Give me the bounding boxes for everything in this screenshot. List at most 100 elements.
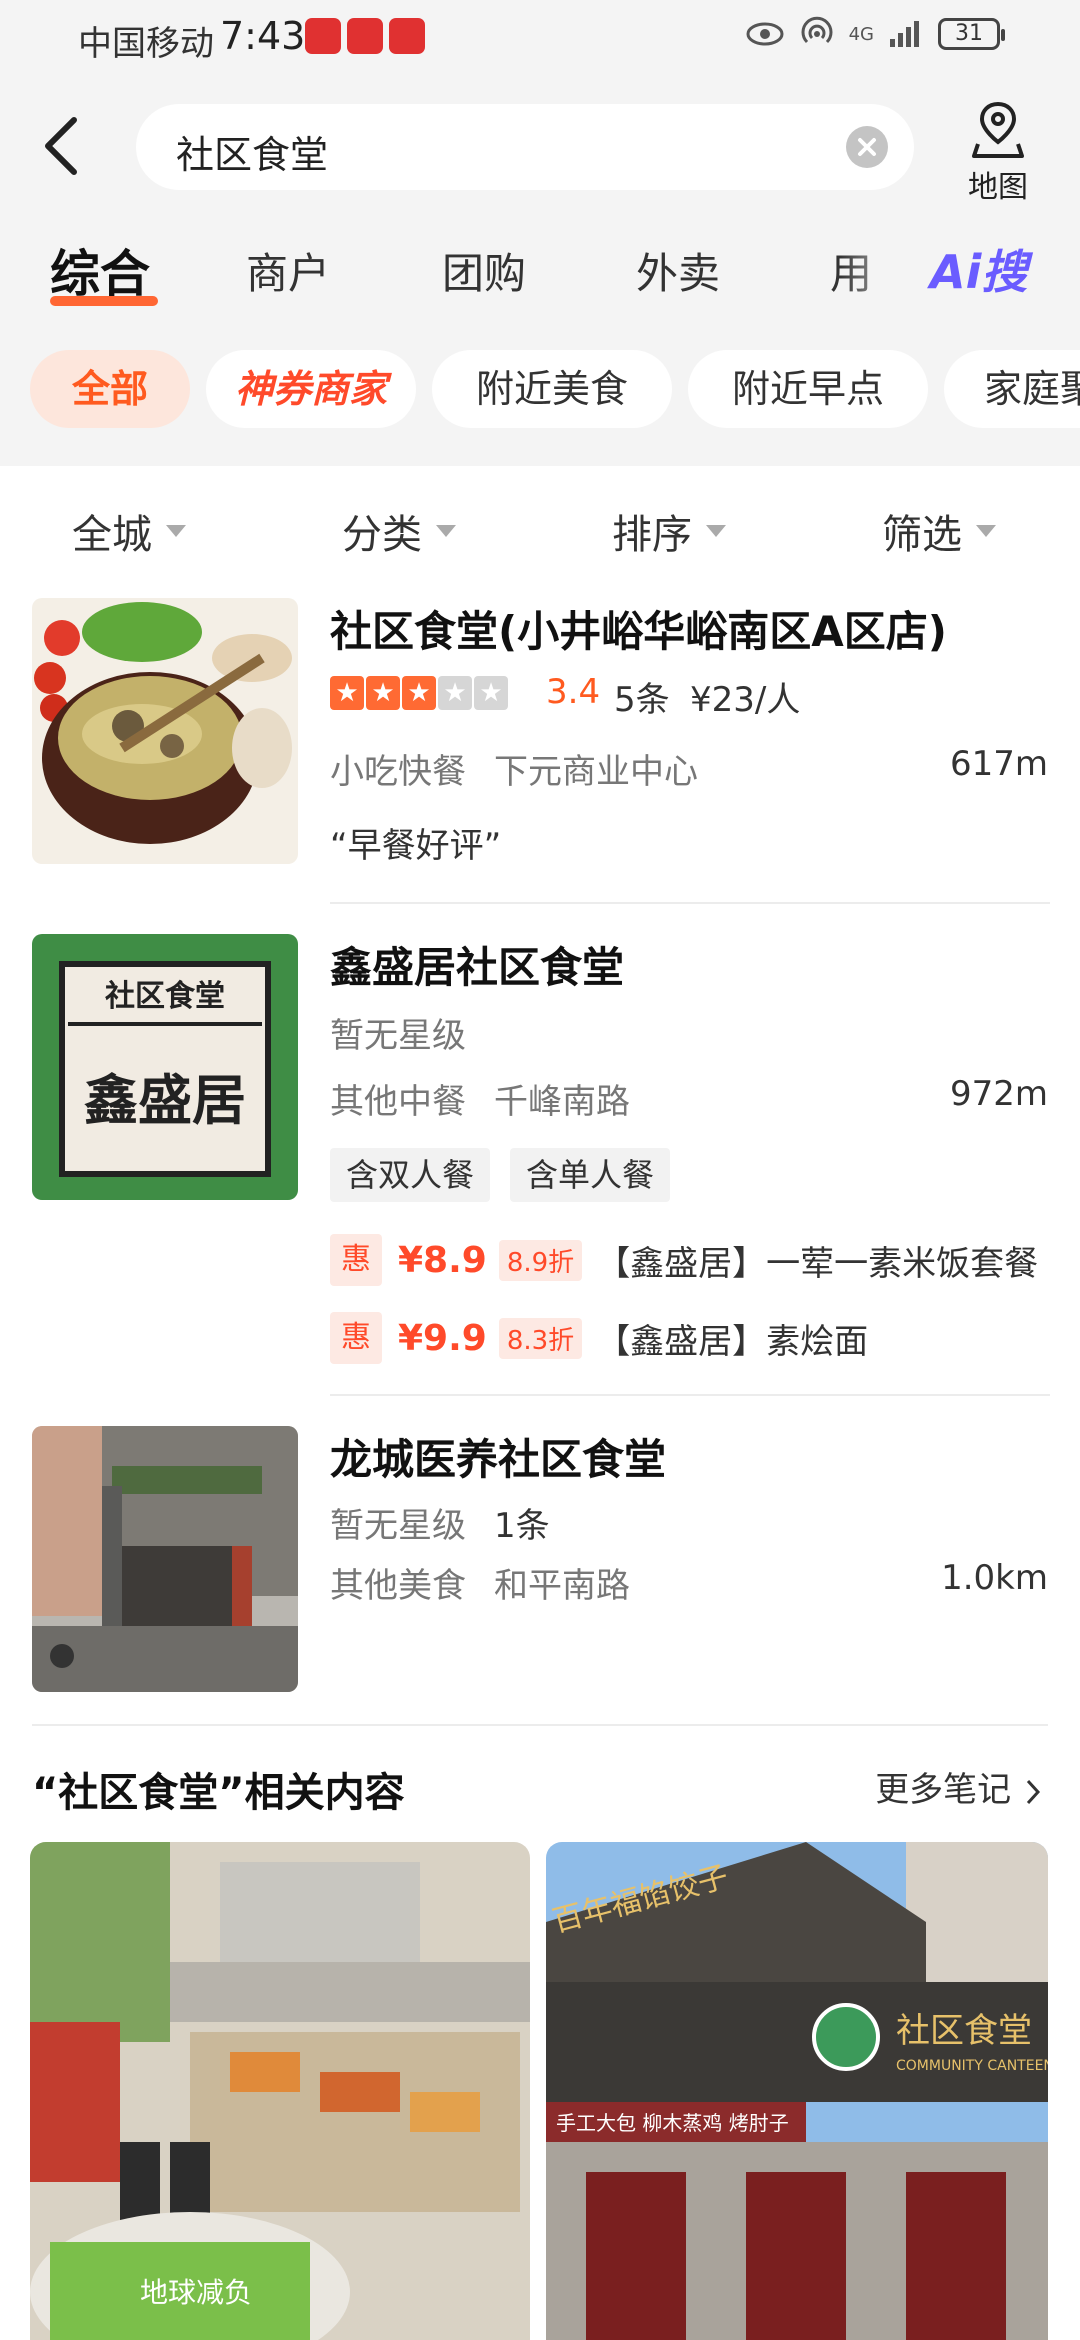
eye-icon — [746, 22, 784, 46]
rating-score: 3.4 — [546, 672, 601, 712]
listing-thumbnail[interactable] — [32, 1426, 298, 1692]
canteen-sign-en: COMMUNITY CANTEEN — [896, 2058, 1048, 2074]
carrier-label: 中国移动 — [78, 24, 214, 64]
listing-distance: 1.0km — [941, 1558, 1048, 1598]
star-filled-icon: ★ — [366, 676, 400, 710]
map-button[interactable]: 地图 — [950, 100, 1046, 205]
listing-title: 社区食堂(小井峪华峪南区A区店) — [330, 607, 947, 656]
rating-text: 暂无星级 — [330, 1016, 466, 1056]
star-filled-icon: ★ — [402, 676, 436, 710]
caret-down-icon — [706, 525, 726, 537]
section-divider — [32, 1724, 1048, 1726]
sign-label-top: 社区食堂 — [105, 979, 225, 1014]
hotspot-icon — [801, 16, 833, 44]
listing-item[interactable]: 龙城医养社区食堂 暂无星级 1条 其他美食 和平南路 1.0km — [0, 1426, 1080, 1696]
listing-item[interactable]: 社区食堂 鑫盛居 鑫盛居 社区食堂 暂无星级 其他中餐 千峰南路 972m 含双人… — [0, 934, 1080, 1396]
star-empty-icon: ★ — [474, 676, 508, 710]
sign-label-main: 鑫盛居 — [84, 1068, 246, 1132]
status-icons: 4G 31 — [745, 16, 1005, 52]
listing-tag: 含双人餐 — [330, 1148, 491, 1202]
storefront-photo: 百年福馅饺子 社区食堂 COMMUNITY CANTEEN 手工大包 柳木蒸鸡 … — [546, 1842, 1048, 2340]
listing-thumbnail[interactable] — [32, 598, 298, 864]
clear-search-button[interactable] — [846, 126, 888, 168]
divider — [330, 902, 1050, 904]
close-icon — [858, 138, 876, 156]
related-section-title: “社区食堂”相关内容 — [32, 1770, 405, 1816]
deal-row[interactable]: 惠 ¥8.9 8.9折 【鑫盛居】一荤一素米饭套餐 — [330, 1234, 1038, 1286]
tab-group-buy[interactable]: 团购 — [442, 240, 526, 301]
chevron-left-icon — [45, 117, 77, 175]
search-query[interactable]: 社区食堂 — [176, 124, 328, 179]
deal-price: ¥8.9 — [398, 1239, 487, 1281]
listing-category: 其他美食 — [330, 1566, 466, 1606]
sort-order[interactable]: 排序 — [612, 502, 726, 560]
sort-filter[interactable]: 筛选 — [882, 502, 996, 560]
chip-nearby-food[interactable]: 附近美食 — [432, 350, 672, 428]
listing-thumbnail[interactable]: 社区食堂 鑫盛居 — [32, 934, 298, 1200]
sort-filter-label: 筛选 — [882, 512, 962, 558]
caret-down-icon — [166, 525, 186, 537]
tab-fade — [840, 232, 920, 312]
sort-order-label: 排序 — [612, 512, 692, 558]
menu-banner: 手工大包 柳木蒸鸡 烤肘子 — [556, 2111, 789, 2135]
filter-chips: 全部 神券商家 附近美食 附近早点 家庭聚 — [0, 350, 1080, 432]
shop-sign-image: 社区食堂 鑫盛居 — [32, 934, 298, 1200]
tab-takeout[interactable]: 外卖 — [636, 240, 720, 301]
deal-price: ¥9.9 — [398, 1317, 487, 1359]
deal-name: 【鑫盛居】素烩面 — [596, 1321, 869, 1362]
tab-merchants[interactable]: 商户 — [246, 240, 330, 301]
sort-category-label: 分类 — [342, 512, 422, 558]
battery-icon: 31 — [938, 18, 1005, 50]
listing-item[interactable]: 社区食堂(小井峪华峪南区A区店) ★ ★ ★ ★ ★ 3.4 5条 ¥23/人 … — [0, 598, 1080, 908]
review-count: 5条 — [614, 680, 670, 720]
banner-text: 地球减负 — [140, 2276, 252, 2309]
review-count: 1条 — [494, 1506, 550, 1546]
deal-row[interactable]: 惠 ¥9.9 8.3折 【鑫盛居】素烩面 — [330, 1312, 868, 1364]
map-pin-icon — [972, 101, 1024, 158]
listing-area: 千峰南路 — [494, 1082, 630, 1122]
search-row: 社区食堂 地图 — [0, 96, 1080, 206]
star-rating: ★ ★ ★ ★ ★ — [330, 676, 508, 710]
caret-down-icon — [436, 525, 456, 537]
note-card[interactable]: 地球减负 — [30, 1842, 530, 2340]
listing-area: 下元商业中心 — [494, 752, 698, 792]
chip-coupon-merchants[interactable]: 神券商家 — [206, 350, 416, 428]
signal-icon — [890, 21, 919, 47]
sort-bar: 全城 分类 排序 筛选 — [0, 490, 1080, 570]
chip-nearby-breakfast[interactable]: 附近早点 — [688, 350, 928, 428]
listing-category: 小吃快餐 — [330, 752, 466, 792]
soup-photo — [32, 598, 298, 864]
top-area: 中国移动 7:43 4G 31 社区食堂 地图 综合 商户 团购 外卖 Ai搜 … — [0, 0, 1080, 466]
chevron-right-icon — [1026, 1779, 1041, 1804]
clock: 7:43 — [220, 14, 306, 58]
note-card[interactable]: 百年福馅饺子 社区食堂 COMMUNITY CANTEEN 手工大包 柳木蒸鸡 … — [546, 1842, 1048, 2340]
building-photo — [32, 1426, 298, 1692]
listing-tag: 含单人餐 — [510, 1148, 671, 1202]
more-notes-link[interactable]: 更多笔记 — [875, 1762, 1044, 1811]
rating-text: 暂无星级 — [330, 1506, 466, 1546]
caret-down-icon — [976, 525, 996, 537]
avg-price: ¥23/人 — [690, 680, 801, 720]
chip-all[interactable]: 全部 — [30, 350, 190, 428]
back-button[interactable] — [28, 110, 100, 182]
map-label: 地图 — [968, 170, 1028, 205]
listing-area: 和平南路 — [494, 1566, 630, 1606]
more-notes-label: 更多笔记 — [875, 1770, 1012, 1810]
divider — [330, 1394, 1050, 1396]
deal-badge: 惠 — [330, 1312, 382, 1364]
sort-category[interactable]: 分类 — [342, 502, 456, 560]
chip-family[interactable]: 家庭聚 — [944, 350, 1080, 428]
search-input[interactable]: 社区食堂 — [136, 104, 914, 190]
deal-name: 【鑫盛居】一荤一素米饭套餐 — [596, 1243, 1039, 1284]
app-notification-icon — [305, 18, 341, 54]
sort-city[interactable]: 全城 — [72, 502, 186, 560]
listing-category: 其他中餐 — [330, 1082, 466, 1122]
review-quote: “早餐好评” — [330, 826, 502, 866]
listing-distance: 972m — [949, 1074, 1048, 1114]
app-notification-icon — [347, 18, 383, 54]
star-filled-icon: ★ — [330, 676, 364, 710]
ai-search-tab[interactable]: Ai搜 — [930, 236, 1027, 302]
canteen-photo: 地球减负 — [30, 1842, 530, 2340]
listing-title: 龙城医养社区食堂 — [330, 1435, 667, 1484]
active-tab-indicator — [50, 296, 158, 306]
